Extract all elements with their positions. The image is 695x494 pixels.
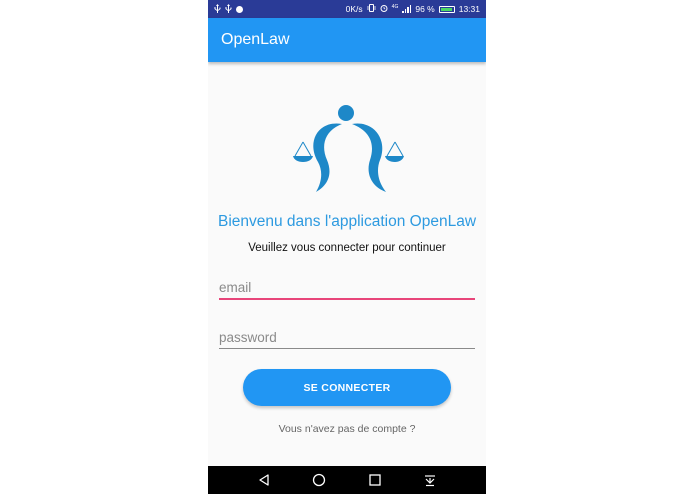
vibrate-icon: [367, 4, 376, 14]
usb-icon: [214, 3, 221, 15]
connect-button[interactable]: SE CONNECTER: [243, 369, 451, 406]
status-bar: 0K/s 4G 96 % 13:31: [208, 0, 486, 18]
app-title: OpenLaw: [221, 31, 290, 48]
battery-icon: [438, 5, 455, 13]
network-type: 4G: [391, 4, 399, 10]
password-input[interactable]: [219, 326, 475, 348]
network-speed: 0K/s: [345, 4, 363, 14]
welcome-title: Bienvenu dans l'application OpenLaw: [217, 213, 477, 230]
signal-icon: [402, 5, 412, 13]
messenger-icon: [236, 5, 243, 13]
signup-link[interactable]: Vous n'avez pas de compte ?: [208, 423, 486, 435]
welcome-subtitle: Veuillez vous connecter pour continuer: [248, 242, 446, 254]
status-right-icons: 0K/s 4G 96 % 13:31: [346, 4, 480, 14]
email-field-container: [219, 276, 475, 300]
justice-scales-logo: [290, 104, 404, 194]
app-bar: OpenLaw: [208, 18, 486, 62]
password-field-container: [219, 326, 475, 349]
recents-icon[interactable]: [365, 470, 385, 490]
battery-percent: 96 %: [415, 4, 435, 14]
email-input[interactable]: [219, 276, 475, 298]
back-icon[interactable]: [254, 470, 274, 490]
alarm-icon: [380, 4, 388, 14]
phone-screen: 0K/s 4G 96 % 13:31 OpenLaw Bienvenu dans…: [208, 0, 486, 494]
navigation-bar: [208, 466, 486, 494]
notification-pull-icon[interactable]: [420, 470, 440, 490]
home-icon[interactable]: [309, 470, 329, 490]
clock: 13:31: [458, 4, 480, 14]
usb-icon: [225, 3, 232, 15]
status-left-icons: [214, 3, 243, 15]
